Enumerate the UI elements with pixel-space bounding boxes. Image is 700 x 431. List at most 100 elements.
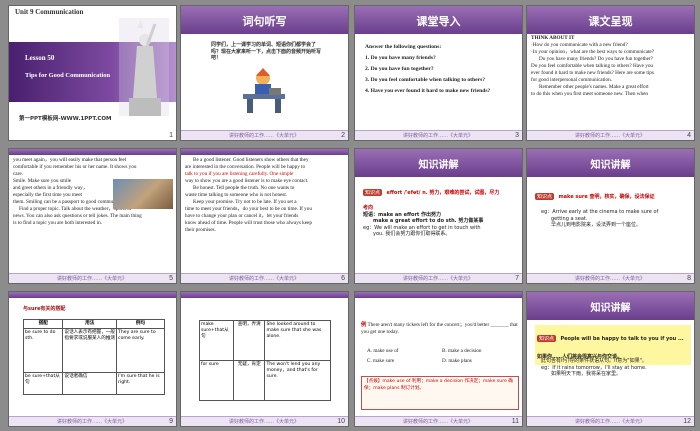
table-row: be sure to do sth. 说话人表示有把握，一般指要求或说服某人的推… (22, 328, 165, 373)
text-line: Remember other people's names. Make a gr… (539, 84, 649, 90)
slide-footer: 讲好教师的工作……《大单元》 (355, 416, 522, 426)
text-line: comfortable if you remember his or her n… (13, 164, 137, 170)
slide-title: 课堂导入 (416, 15, 461, 28)
option-d[interactable]: D. make plans (442, 358, 517, 365)
text-line: ·How do you communicate with a new frien… (531, 42, 628, 48)
slide-title: 知识讲解 (590, 160, 631, 171)
text-body: Be a good listener. Good listeners show … (185, 157, 348, 234)
slide-title: 课文呈现 (588, 15, 633, 28)
table-cell: I'm sure that he is right. (116, 372, 165, 395)
knowledge-point-badge: 知识点 (535, 193, 555, 200)
slide-thumbnail-1[interactable]: Unit 9 Communication Lesson 50 Tips for … (8, 5, 177, 141)
slide-thumbnail-9[interactable]: 与sure有关的搭配 搭配 用法 例句 be sure to do sth. 说… (8, 291, 177, 427)
text-line: 如果明天下雨，我将呆在家里。 (551, 371, 622, 377)
table-cell: for sure (198, 360, 235, 401)
lesson-title: Lesson 50 (25, 54, 55, 62)
questions-block: Answer the following questions: 1. Do yo… (365, 42, 520, 97)
slide-number: 4 (687, 132, 691, 139)
slide-thumbnail-12[interactable]: 知识讲解 知识点 People will be happy to talk to… (526, 291, 695, 427)
slide-number: 10 (337, 418, 345, 425)
slide-thumbnail-6[interactable]: Be a good listener. Good listeners show … (180, 148, 349, 284)
slide-thumbnail-5[interactable]: you meet again，you will easily make that… (8, 148, 177, 284)
slide-number: 8 (687, 275, 691, 282)
statue-of-liberty-image (119, 18, 169, 116)
lesson-subtitle: Tips for Good Communication (25, 72, 111, 79)
text-line: and greet others in a friendly way， (13, 185, 88, 191)
text-line: talk to you if you are listening careful… (185, 171, 294, 177)
option-c[interactable]: C. make sure (367, 358, 442, 365)
option-b[interactable]: B. make a decision (442, 348, 517, 355)
slide-thumbnail-7[interactable]: 知识讲解 知识点 effort /'efət/ n. 努力，艰难的尝试，试图，尽… (354, 148, 523, 284)
slide-thumbnail-4[interactable]: 课文呈现 THINK ABOUT IT ·How do you communic… (526, 5, 695, 141)
slide-thumbnail-10[interactable]: make sure+that从句 查明，弄清 She looked around… (180, 291, 349, 427)
slide-number: 11 (511, 418, 519, 425)
text-line: time to meet your friends，do your best t… (185, 206, 312, 212)
slide-footer: 讲好教师的工作……《大单元》 (527, 130, 694, 140)
slide-thumbnail-11[interactable]: 例 There aren't many tickets left for the… (354, 291, 523, 427)
slide-number: 12 (683, 418, 691, 425)
text-line: is to find a topic you are both interest… (13, 220, 103, 226)
slide-footer: 讲好教师的工作……《大单元》 (181, 130, 348, 140)
text-line: ·In your opinion，what are the best ways … (531, 49, 655, 55)
text-line: are interested in the conversation. Peop… (185, 164, 306, 170)
text-line: their promises. (185, 227, 216, 233)
table-cell: They are sure to come early. (116, 328, 165, 373)
text-line: to do this when you first meet someone n… (531, 91, 648, 97)
table-cell: 查明，弄清 (233, 320, 266, 361)
question-item: 4. Have you ever found it hard to make n… (365, 88, 491, 94)
slide-number: 1 (169, 132, 173, 139)
friends-photo (113, 179, 173, 209)
knowledge-point-text: People will be happy to talk to you if y… (537, 336, 684, 360)
table-cell: be sure to do sth. (22, 328, 64, 373)
slide-title: 知识讲解 (590, 303, 631, 314)
table-header: 搭配 (22, 319, 64, 329)
table-header: 用法 (62, 319, 118, 329)
table-cell: 无疑，肯定 (233, 360, 266, 401)
text-line: Keep your promise. Try not to be late. I… (193, 199, 297, 205)
slide-title: 知识讲解 (418, 160, 459, 171)
table-row: be sure+that从句 说话者确信 I'm sure that he is… (22, 372, 165, 395)
slide-footer: 讲好教师的工作……《大单元》 (527, 273, 694, 283)
slide-number: 5 (169, 275, 173, 282)
teacher-desk-illustration (239, 68, 289, 114)
questions-heading: Answer the following questions: (365, 44, 442, 50)
slide-thumbnail-8[interactable]: 知识讲解 知识点 make sure 查明，核实，确保，设法保证 eg：Arri… (526, 148, 695, 284)
question-item: 3. Do you feel comfortable when talking … (365, 77, 486, 83)
text-line: ever found it hard to make new friends? … (531, 70, 654, 76)
example-question: There aren't many tickets left for the c… (361, 322, 518, 335)
text-line: Do you feel comfortable when talking to … (531, 63, 654, 69)
text-line: 早点儿到电影院来，设法弄到一个座位。 (551, 222, 642, 228)
table-row: make sure+that从句 查明，弄清 She looked around… (198, 320, 331, 361)
slide-footer: 讲好教师的工作……《大单元》 (9, 416, 176, 426)
question-item: 1. Do you have many friends? (365, 55, 436, 61)
slide-number: 3 (515, 132, 519, 139)
slide-title: 词句听写 (242, 15, 287, 28)
credit-text: 第一PPT模板网-WWW.1PPT.COM (19, 116, 112, 122)
text-line: Smile. Make sure you smile (13, 178, 72, 184)
knowledge-point-badge: 知识点 (537, 335, 557, 342)
table-cell: be sure+that从句 (22, 372, 64, 395)
knowledge-point-text: make sure 查明，核实，确保，设法保证 (558, 194, 655, 200)
slide-number: 2 (341, 132, 345, 139)
table-title: 与sure有关的搭配 (23, 306, 66, 312)
hint-box: 【点拨】make use of 利用；make a decision 作决定；m… (361, 376, 519, 410)
think-about-heading: THINK ABOUT IT (531, 35, 575, 41)
slide-footer: 讲好教师的工作……《大单元》 (527, 416, 694, 426)
text-line: Be honest. Tell people the truth. No one… (193, 185, 295, 191)
table-cell: The won't lend you any money，and that's … (264, 360, 331, 401)
table-cell: 说话者确信 (62, 372, 118, 395)
slide-footer: 讲好教师的工作……《大单元》 (181, 273, 348, 283)
text-line: waste time talking to someone who is not… (185, 192, 288, 198)
slide-number: 7 (515, 275, 519, 282)
text-line: know ahead of time. People will trust th… (185, 220, 312, 226)
question-item: 2. Do you have fun together? (365, 66, 434, 72)
text-line: for good interpersonal communication. (531, 77, 612, 83)
slide-thumbnail-2[interactable]: 词句听写 同学们，上一课学习的单词、短语你们都学会了吗？现在大家来听一下，点击下… (180, 5, 349, 141)
slide-thumbnail-3[interactable]: 课堂导入 Answer the following questions: 1. … (354, 5, 523, 141)
text-line: news. You can also ask questions or tell… (13, 213, 142, 219)
table-cell: 说话人表示有把握，一般指要求或说服某人的推测 (62, 328, 118, 373)
option-a[interactable]: A. make use of (367, 348, 442, 355)
example-label: 例 (361, 322, 367, 328)
slide-footer: 讲好教师的工作……《大单元》 (355, 273, 522, 283)
text-body: THINK ABOUT IT ·How do you communicate w… (531, 35, 694, 98)
